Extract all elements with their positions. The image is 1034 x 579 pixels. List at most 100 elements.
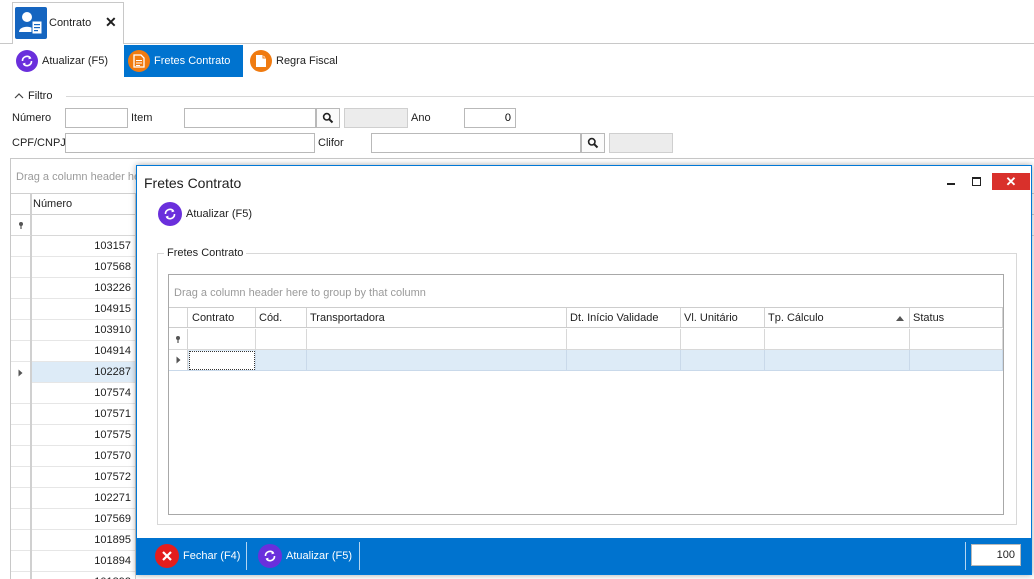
maximize-icon[interactable]	[968, 172, 984, 188]
table-row[interactable]: 102287	[11, 362, 136, 383]
record-limit-field[interactable]: 100	[971, 544, 1021, 566]
filter-divider	[66, 96, 1034, 97]
row-indicator	[11, 446, 31, 467]
row-indicator	[11, 383, 31, 404]
table-row[interactable]: 103910	[11, 320, 136, 341]
table-row[interactable]: 107571	[11, 404, 136, 425]
item-label: Item	[131, 112, 153, 124]
close-icon[interactable]: ✕	[992, 173, 1030, 190]
dialog-refresh-label: Atualizar (F5)	[186, 208, 253, 220]
table-row[interactable]: 103226	[11, 278, 136, 299]
footer-separator	[965, 542, 966, 570]
filter-pin-icon	[18, 221, 23, 229]
numero-input[interactable]	[65, 108, 128, 128]
numero-cell: 103157	[94, 240, 131, 252]
filter-cell-dt-inicio-validade[interactable]	[567, 329, 681, 349]
table-row[interactable]: 107572	[11, 467, 136, 488]
table-row[interactable]: 103157	[11, 236, 136, 257]
row-indicator	[11, 278, 31, 299]
row-indicator	[11, 425, 31, 446]
collapse-chevron-icon[interactable]	[14, 92, 24, 100]
item-input[interactable]	[184, 108, 316, 128]
column-header-cod[interactable]: Cód.	[256, 308, 307, 327]
table-row[interactable]: 107575	[11, 425, 136, 446]
column-header-numero[interactable]: Número	[33, 198, 72, 210]
numero-cell: 103226	[94, 282, 131, 294]
filter-cell-status[interactable]	[910, 329, 1003, 349]
auto-filter-row[interactable]	[169, 329, 1003, 350]
table-row[interactable]: 107574	[11, 383, 136, 404]
main-toolbar: Atualizar (F5) Fretes Contrato Regra Fis…	[0, 44, 1034, 80]
cell-vl-unitario[interactable]	[681, 350, 765, 370]
footer-refresh-button[interactable]: Atualizar (F5)	[258, 541, 352, 571]
cpf-cnpj-input[interactable]	[65, 133, 315, 153]
footer-refresh-label: Atualizar (F5)	[286, 550, 353, 562]
tab-contrato[interactable]: Contrato ✕	[12, 2, 124, 44]
column-header-contrato[interactable]: Contrato	[189, 308, 256, 327]
cell-cod[interactable]	[256, 350, 307, 370]
numero-cell: 107575	[94, 429, 131, 441]
table-row[interactable]: 101894	[11, 551, 136, 572]
table-row[interactable]: 102271	[11, 488, 136, 509]
filter-legend[interactable]: Filtro	[14, 90, 52, 102]
clifor-search-button[interactable]	[581, 133, 605, 153]
numero-cell: 107572	[94, 471, 131, 483]
table-row[interactable]: 107569	[11, 509, 136, 530]
item-description-field	[344, 108, 408, 128]
column-header-vl-unitario[interactable]: Vl. Unitário	[681, 308, 765, 327]
column-header-dt-inicio-validade[interactable]: Dt. Início Validade	[567, 308, 681, 327]
document-tab-strip: Contrato ✕	[0, 0, 1034, 44]
close-dialog-button[interactable]: Fechar (F4)	[155, 541, 240, 571]
user-document-icon	[15, 7, 47, 39]
cpf-cnpj-label: CPF/CNPJ	[12, 137, 66, 149]
fretes-contrato-label: Fretes Contrato	[154, 55, 231, 67]
numero-cell: 103910	[94, 324, 131, 336]
table-row[interactable]: 101895	[11, 530, 136, 551]
close-dialog-label: Fechar (F4)	[183, 550, 241, 562]
cell-dt-inicio-validade[interactable]	[567, 350, 681, 370]
column-header-status[interactable]: Status	[910, 308, 1003, 327]
table-row[interactable]: 107570	[11, 446, 136, 467]
row-indicator	[11, 509, 31, 530]
ano-input[interactable]	[464, 108, 516, 128]
cell-transportadora[interactable]	[307, 350, 567, 370]
row-pointer-icon	[176, 356, 180, 364]
table-row[interactable]: 104914	[11, 341, 136, 362]
ano-label: Ano	[411, 112, 431, 124]
numero-cell: 101895	[94, 534, 131, 546]
column-header-transportadora[interactable]: Transportadora	[307, 308, 567, 327]
cell-tp-calculo[interactable]	[765, 350, 910, 370]
table-row[interactable]: 101893	[11, 572, 136, 579]
refresh-button[interactable]: Atualizar (F5)	[12, 45, 116, 77]
item-search-button[interactable]	[316, 108, 340, 128]
dialog-footer: Fechar (F4) Atualizar (F5) 100	[137, 538, 1031, 574]
new-item-row[interactable]	[169, 350, 1003, 371]
minimize-icon[interactable]	[943, 172, 959, 188]
table-row[interactable]: 107568	[11, 257, 136, 278]
cell-status[interactable]	[910, 350, 1003, 370]
refresh-icon	[158, 202, 182, 226]
filter-cell-cod[interactable]	[256, 329, 307, 349]
filter-cell-transportadora[interactable]	[307, 329, 567, 349]
focused-cell-contrato[interactable]	[189, 351, 255, 370]
file-icon	[250, 50, 272, 72]
numero-cell: 107574	[94, 387, 131, 399]
numero-label: Número	[12, 112, 52, 124]
filter-cell-tp-calculo[interactable]	[765, 329, 910, 349]
tab-close-icon[interactable]: ✕	[105, 14, 117, 31]
numero-cell: 102271	[94, 492, 131, 504]
close-x-icon	[155, 544, 179, 568]
table-row[interactable]: 104915	[11, 299, 136, 320]
numero-cell: 107570	[94, 450, 131, 462]
column-header-tp-calculo[interactable]: Tp. Cálculo	[765, 308, 910, 327]
row-indicator	[11, 299, 31, 320]
dialog-refresh-button[interactable]: Atualizar (F5)	[158, 201, 252, 227]
row-indicator	[11, 320, 31, 341]
regra-fiscal-button[interactable]: Regra Fiscal	[246, 45, 342, 77]
filter-cell-vl-unitario[interactable]	[681, 329, 765, 349]
fretes-contrato-button[interactable]: Fretes Contrato	[124, 45, 243, 77]
filter-cell-contrato[interactable]	[189, 329, 256, 349]
clifor-input[interactable]	[371, 133, 581, 153]
indicator-column-divider	[31, 193, 32, 579]
row-indicator	[11, 488, 31, 509]
